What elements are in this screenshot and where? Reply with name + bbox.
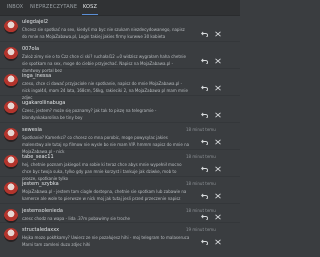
close-icon[interactable] (213, 84, 223, 92)
avatar[interactable] (4, 74, 18, 88)
close-icon[interactable] (213, 165, 223, 173)
message-username[interactable]: ulegdajel2 (22, 19, 48, 25)
message-row[interactable]: tabe_seac11 18 minut temu hej, chetnie p… (0, 151, 240, 181)
message-row[interactable]: jestem_szybka 18 minut temu MojaZabawa.p… (0, 178, 240, 204)
undo-icon[interactable] (200, 138, 210, 146)
close-icon[interactable] (213, 213, 223, 221)
avatar[interactable] (4, 209, 18, 223)
avatar[interactable] (4, 101, 18, 115)
close-icon[interactable] (213, 238, 223, 246)
close-icon[interactable] (213, 111, 223, 119)
message-username[interactable]: tabe_seac11 (22, 154, 54, 160)
avatar[interactable] (4, 155, 18, 169)
undo-icon[interactable] (200, 111, 210, 119)
tab-unread[interactable]: NIEPRZECZYTANE (30, 0, 77, 15)
undo-icon[interactable] (200, 213, 210, 221)
undo-icon[interactable] (200, 165, 210, 173)
message-actions (198, 30, 234, 38)
message-username[interactable]: sewesia (22, 127, 42, 133)
message-date: 18 minut temu (186, 181, 216, 186)
message-row[interactable]: jestemsolenieda 18 minut temu czesc chod… (0, 205, 240, 223)
message-actions (198, 238, 234, 246)
message-username[interactable]: inga_inessa (22, 73, 51, 79)
message-date: 18 minut temu (186, 127, 216, 132)
message-row[interactable]: ugakaroliinabuga Czesc, jestem? może się… (0, 97, 240, 123)
undo-icon[interactable] (200, 84, 210, 92)
avatar[interactable] (4, 20, 18, 34)
message-actions (198, 192, 234, 200)
close-icon[interactable] (213, 192, 223, 200)
tab-bar: INBOX NIEPRZECZYTANE KOSZ (0, 0, 240, 16)
undo-icon[interactable] (200, 30, 210, 38)
tab-trash[interactable]: KOSZ (80, 0, 100, 15)
message-row[interactable]: sewesia 18 minut temu Spotkanie? Kamerkc… (0, 124, 240, 154)
avatar[interactable] (4, 128, 18, 142)
message-username[interactable]: ugakaroliinabuga (22, 100, 65, 106)
message-text: czesc chodz na wapa - lida .37m pobawimy… (22, 216, 130, 221)
message-text: MojaZabawa.pl - jestem tam ciagle dostep… (22, 189, 187, 201)
message-text: Chcesz sie spotkać na sex, kiedyś ma byc… (22, 27, 185, 39)
message-date: 19 minut temu (186, 227, 216, 232)
close-icon[interactable] (213, 30, 223, 38)
message-date: 18 minut temu (186, 154, 216, 159)
tab-inbox[interactable]: INBOX (4, 0, 26, 15)
undo-icon[interactable] (200, 238, 210, 246)
message-actions (198, 57, 234, 65)
close-icon[interactable] (213, 138, 223, 146)
message-actions (198, 84, 234, 92)
avatar[interactable] (4, 228, 18, 242)
message-row[interactable]: inga_inessa czeso, chce ci dawać przyjac… (0, 70, 240, 100)
message-actions (198, 111, 234, 119)
message-actions (198, 165, 234, 173)
message-username[interactable]: jestem_szybka (22, 181, 59, 187)
message-username[interactable]: jestemsolenieda (22, 208, 63, 214)
avatar[interactable] (4, 182, 18, 196)
message-username[interactable]: structaledaxxx (22, 227, 59, 233)
undo-icon[interactable] (200, 192, 210, 200)
message-text: Hejka mozo pokłtkamy? Uwierz ze nie poza… (22, 235, 190, 247)
message-actions (198, 213, 234, 221)
message-row[interactable]: structaledaxxx 19 minut temu Hejka mozo … (0, 224, 240, 254)
undo-icon[interactable] (200, 57, 210, 65)
message-actions (198, 138, 234, 146)
message-row[interactable]: ulegdajel2 Chcesz sie spotkać na sex, ki… (0, 16, 240, 42)
close-icon[interactable] (213, 57, 223, 65)
message-username[interactable]: 007ola (22, 46, 39, 52)
avatar[interactable] (4, 47, 18, 61)
message-row[interactable]: 007ola Zaloż zimy nie o to Czz chce ci s… (0, 43, 240, 73)
message-text: Czesc, jestem? może się poznamy? jak tak… (22, 108, 157, 120)
